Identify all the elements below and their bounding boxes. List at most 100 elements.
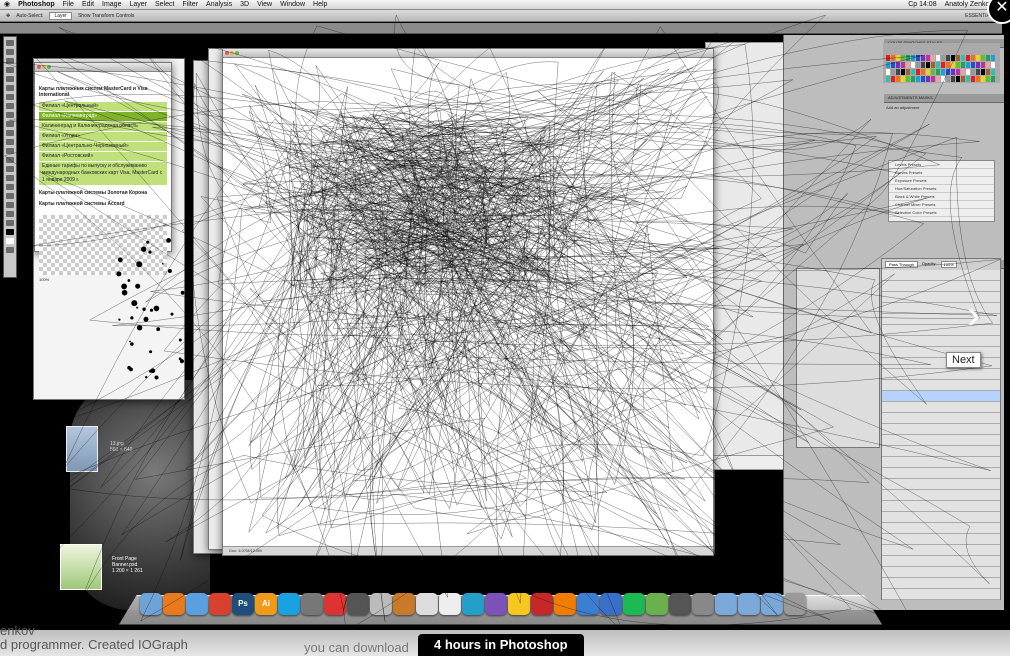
- swatch-cell[interactable]: [896, 55, 900, 61]
- marquee-tool-icon[interactable]: [6, 49, 14, 55]
- swatch-cell[interactable]: [966, 62, 970, 68]
- photoshop-icon[interactable]: Ps: [232, 593, 254, 615]
- 3d-rotate-tool-icon[interactable]: [6, 202, 14, 208]
- swatch-cell[interactable]: [931, 69, 935, 75]
- swatch-cell[interactable]: [951, 69, 955, 75]
- layer-row[interactable]: [882, 567, 1000, 578]
- menu-item[interactable]: Филиал «Центрально-Черноземный»: [39, 142, 167, 151]
- trash-stack-icon[interactable]: [692, 593, 714, 615]
- swatch-cell[interactable]: [976, 69, 980, 75]
- swatch-cell[interactable]: [981, 76, 985, 82]
- folder1-icon[interactable]: [715, 593, 737, 615]
- swatch-cell[interactable]: [946, 62, 950, 68]
- swatch-cell[interactable]: [956, 76, 960, 82]
- menu-section[interactable]: Карты платежной системы Accord: [39, 201, 167, 207]
- swatch-cell[interactable]: [971, 62, 975, 68]
- iphoto-icon[interactable]: [393, 593, 415, 615]
- swatch-cell[interactable]: [916, 69, 920, 75]
- menu-select[interactable]: Select: [151, 0, 178, 9]
- swatch-cell[interactable]: [891, 62, 895, 68]
- swatch-cell[interactable]: [976, 62, 980, 68]
- cyberduck-icon[interactable]: [508, 593, 530, 615]
- spotify-icon[interactable]: [623, 593, 645, 615]
- swatch-cell[interactable]: [906, 55, 910, 61]
- layer-select[interactable]: Layer: [49, 11, 72, 20]
- swatch-cell[interactable]: [931, 55, 935, 61]
- menu-item[interactable]: Филиал «Центральный»: [39, 102, 167, 111]
- layer-row[interactable]: [882, 545, 1000, 556]
- menu-edit[interactable]: Edit: [78, 0, 98, 9]
- swatch-cell[interactable]: [931, 62, 935, 68]
- swatch-cell[interactable]: [906, 69, 910, 75]
- menu-view[interactable]: View: [253, 0, 276, 9]
- menu-file[interactable]: File: [59, 0, 78, 9]
- swatch-cell[interactable]: [911, 55, 915, 61]
- preview-icon[interactable]: [347, 593, 369, 615]
- swatch-cell[interactable]: [936, 76, 940, 82]
- swatch-cell[interactable]: [921, 76, 925, 82]
- eraser-tool-icon[interactable]: [6, 130, 14, 136]
- image-capture-icon[interactable]: [370, 593, 392, 615]
- gradient-tool-icon[interactable]: [6, 139, 14, 145]
- ie-icon[interactable]: [600, 593, 622, 615]
- menu-image[interactable]: Image: [98, 0, 125, 9]
- swatch-cell[interactable]: [961, 55, 965, 61]
- layer-row[interactable]: [882, 490, 1000, 501]
- swatch-cell[interactable]: [961, 69, 965, 75]
- swatch-cell[interactable]: [991, 76, 995, 82]
- preset-item[interactable]: Selective Color Presets: [889, 209, 994, 217]
- skype-icon[interactable]: [278, 593, 300, 615]
- swatch-cell[interactable]: [976, 76, 980, 82]
- layer-row[interactable]: [882, 347, 1000, 358]
- layer-row[interactable]: [882, 589, 1000, 600]
- move-tool-icon[interactable]: ✥: [6, 13, 10, 19]
- swatch-cell[interactable]: [911, 62, 915, 68]
- menu-item[interactable]: Калининград и Калининградская область: [39, 122, 167, 131]
- swatch-cell[interactable]: [981, 55, 985, 61]
- swatch-cell[interactable]: [966, 76, 970, 82]
- move-tool-icon[interactable]: [6, 40, 14, 46]
- swatch-cell[interactable]: [936, 69, 940, 75]
- swatch-cell[interactable]: [956, 62, 960, 68]
- swatch-cell[interactable]: [981, 62, 985, 68]
- menu-item[interactable]: Филиал «Ростовский»: [39, 152, 167, 161]
- swatch-cell[interactable]: [891, 69, 895, 75]
- menu-analysis[interactable]: Analysis: [202, 0, 236, 9]
- stamp-tool-icon[interactable]: [6, 112, 14, 118]
- swatch-cell[interactable]: [901, 62, 905, 68]
- swatch-cell[interactable]: [951, 62, 955, 68]
- layer-row[interactable]: [882, 512, 1000, 523]
- swatch-cell[interactable]: [961, 62, 965, 68]
- desktop-file-thumbnail-banner[interactable]: [60, 544, 102, 590]
- opera-icon[interactable]: [531, 593, 553, 615]
- type-tool-icon[interactable]: [6, 175, 14, 181]
- document-canvas[interactable]: [229, 63, 707, 545]
- swatch-cell[interactable]: [926, 76, 930, 82]
- layer-row[interactable]: [882, 424, 1000, 435]
- firefox-icon[interactable]: [163, 593, 185, 615]
- menu-layer[interactable]: Layer: [125, 0, 151, 9]
- swatch-cell[interactable]: [921, 62, 925, 68]
- swatch-cell[interactable]: [886, 62, 890, 68]
- layer-row[interactable]: [882, 523, 1000, 534]
- minimize-dot-icon[interactable]: [230, 51, 234, 55]
- itunes-app-icon[interactable]: [301, 593, 323, 615]
- layer-row[interactable]: [882, 457, 1000, 468]
- menubar-clock[interactable]: Cp 14:08: [904, 0, 940, 9]
- swatch-cell[interactable]: [906, 62, 910, 68]
- blend-mode-select[interactable]: Pass Through: [885, 261, 918, 268]
- swatch-cell[interactable]: [896, 76, 900, 82]
- swatch-cell[interactable]: [896, 69, 900, 75]
- layer-row[interactable]: [882, 479, 1000, 490]
- swatch-cell[interactable]: [916, 62, 920, 68]
- preset-item[interactable]: Levels Presets: [889, 161, 994, 169]
- swatch-cell[interactable]: [911, 69, 915, 75]
- folder3-icon[interactable]: [761, 593, 783, 615]
- bank-site-document-window[interactable]: Карты платежных систем MasterCard и Visa…: [34, 62, 172, 282]
- layer-row[interactable]: [882, 391, 1000, 402]
- layer-row[interactable]: [882, 435, 1000, 446]
- opacity-field[interactable]: 100%: [940, 261, 957, 268]
- minimize-dot-icon[interactable]: [42, 65, 46, 69]
- swatch-cell[interactable]: [921, 55, 925, 61]
- eyedropper-tool-icon[interactable]: [6, 85, 14, 91]
